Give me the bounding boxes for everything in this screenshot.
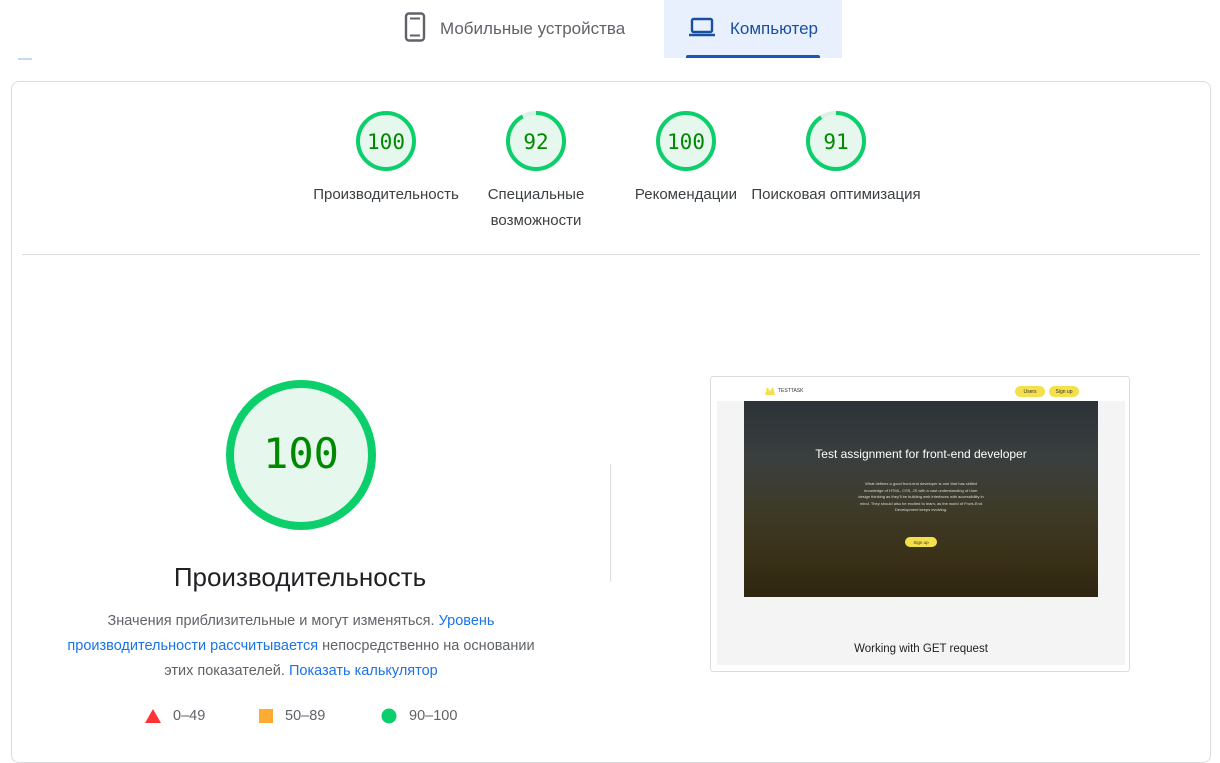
tab-desktop[interactable]: Компьютер	[664, 0, 842, 58]
active-tab-indicator	[686, 55, 820, 58]
best-practices-gauge: 100	[656, 111, 716, 171]
screenshot-caption: Working with GET request	[854, 643, 988, 655]
performance-score: 100	[367, 130, 405, 154]
legend-average-range: 50–89	[285, 708, 326, 724]
screenshot-hero: Test assignment for front-end developer …	[744, 401, 1098, 597]
cat-logo-icon	[765, 387, 775, 395]
show-calculator-link[interactable]: Показать калькулятор	[289, 663, 438, 679]
main-performance-score: 100	[263, 429, 339, 478]
legend-pass: 90–100	[381, 708, 457, 724]
legend-fail: 0–49	[145, 708, 259, 724]
vertical-separator	[610, 464, 611, 582]
desc-text-1: Значения приблизительные и могут изменят…	[107, 613, 439, 629]
screenshot-users-button: Users	[1015, 386, 1045, 397]
category-performance[interactable]: 100 Производительность	[301, 110, 471, 208]
final-screenshot[interactable]: TESTTASK Users Sign up Test assignment f…	[710, 376, 1130, 672]
screenshot-logo-text: TESTTASK	[778, 388, 804, 394]
screenshot-hero-button: Sign up	[905, 537, 937, 547]
legend-average: 50–89	[259, 708, 381, 724]
pass-circle-icon	[381, 708, 397, 724]
tab-mobile[interactable]: Мобильные устройства	[390, 0, 674, 58]
best-practices-score: 100	[667, 130, 705, 154]
accessibility-gauge: 92	[506, 111, 566, 171]
device-tabs: Мобильные устройства Компьютер	[0, 0, 1220, 60]
category-seo[interactable]: 91 Поисковая оптимизация	[751, 110, 921, 208]
accessibility-label: Специальные возможности	[487, 186, 585, 229]
main-performance-gauge: 100	[226, 380, 376, 530]
fail-triangle-icon	[145, 709, 161, 723]
screenshot-frame: TESTTASK Users Sign up Test assignment f…	[717, 383, 1125, 665]
tab-desktop-label: Компьютер	[730, 19, 818, 38]
legend-fail-range: 0–49	[173, 708, 206, 724]
screenshot-hero-text: What defines a good front-end developer …	[858, 481, 984, 512]
score-legend: 0–49 50–89 90–100	[145, 708, 457, 724]
seo-score: 91	[823, 130, 848, 154]
screenshot-navbar: TESTTASK Users Sign up	[717, 383, 1125, 401]
tab-edge-marker	[18, 58, 32, 60]
performance-label: Производительность	[313, 186, 459, 203]
category-best-practices[interactable]: 100 Рекомендации	[601, 110, 771, 208]
smartphone-icon	[404, 11, 426, 47]
seo-label: Поисковая оптимизация	[751, 186, 921, 203]
performance-description: Значения приблизительные и могут изменят…	[52, 609, 550, 684]
screenshot-hero-title: Test assignment for front-end developer	[815, 447, 1027, 461]
average-square-icon	[259, 709, 273, 723]
best-practices-label: Рекомендации	[634, 186, 738, 203]
main-performance-title: Производительность	[173, 562, 427, 592]
screenshot-signup-button: Sign up	[1049, 386, 1079, 397]
legend-pass-range: 90–100	[409, 708, 458, 724]
accessibility-score: 92	[523, 130, 548, 154]
laptop-icon	[688, 17, 716, 42]
screenshot-logo: TESTTASK	[765, 387, 803, 395]
section-divider	[22, 254, 1200, 255]
seo-gauge: 91	[806, 111, 866, 171]
performance-gauge: 100	[356, 111, 416, 171]
tab-mobile-label: Мобильные устройства	[440, 19, 626, 38]
category-accessibility[interactable]: 92 Специальные возможности	[451, 110, 621, 234]
